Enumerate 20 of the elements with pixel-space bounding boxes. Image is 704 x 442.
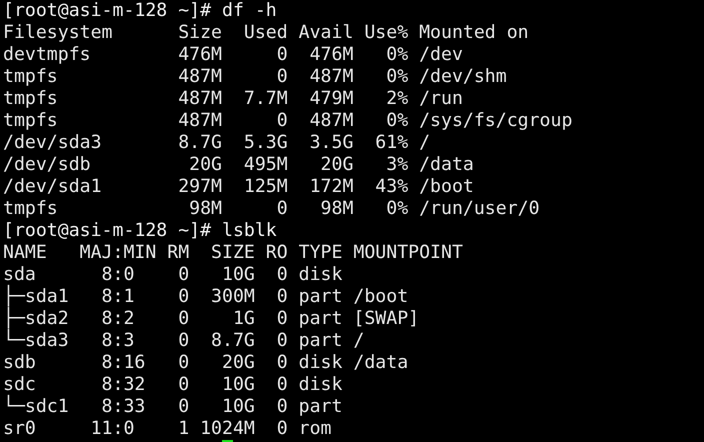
output-line: └─sda3 8:3 0 8.7G 0 part / bbox=[3, 330, 364, 352]
output-line: └─sdc1 8:33 0 10G 0 part bbox=[3, 396, 342, 418]
output-line: /dev/sda3 8.7G 5.3G 3.5G 61% / bbox=[3, 132, 430, 154]
command-prompt-line: [root@asi-m-128 ~]# lsblk bbox=[3, 220, 277, 242]
output-line: tmpfs 487M 0 487M 0% /sys/fs/cgroup bbox=[3, 110, 572, 132]
output-line: /dev/sdb 20G 495M 20G 3% /data bbox=[3, 154, 474, 176]
output-line: devtmpfs 476M 0 476M 0% /dev bbox=[3, 44, 463, 66]
output-line: sdb 8:16 0 20G 0 disk /data bbox=[3, 352, 408, 374]
output-line: /dev/sda1 297M 125M 172M 43% /boot bbox=[3, 176, 474, 198]
output-line: sr0 11:0 1 1024M 0 rom bbox=[3, 418, 332, 440]
output-line: Filesystem Size Used Avail Use% Mounted on bbox=[3, 22, 529, 44]
output-line: tmpfs 98M 0 98M 0% /run/user/0 bbox=[3, 198, 540, 220]
output-line: ├─sda2 8:2 0 1G 0 part [SWAP] bbox=[3, 308, 420, 329]
command-prompt-line: [root@asi-m-128 ~]# df -h bbox=[3, 0, 277, 22]
output-line: sdc 8:32 0 10G 0 disk bbox=[3, 374, 342, 395]
output-line: ├─sda1 8:1 0 300M 0 part /boot bbox=[3, 286, 408, 307]
output-line: NAME MAJ:MIN RM SIZE RO TYPE MOUNTPOINT bbox=[3, 242, 463, 264]
output-line: tmpfs 487M 7.7M 479M 2% /run bbox=[3, 88, 463, 110]
output-line: sda 8:0 0 10G 0 disk bbox=[3, 264, 342, 285]
output-line: tmpfs 487M 0 487M 0% /dev/shm bbox=[3, 66, 507, 88]
